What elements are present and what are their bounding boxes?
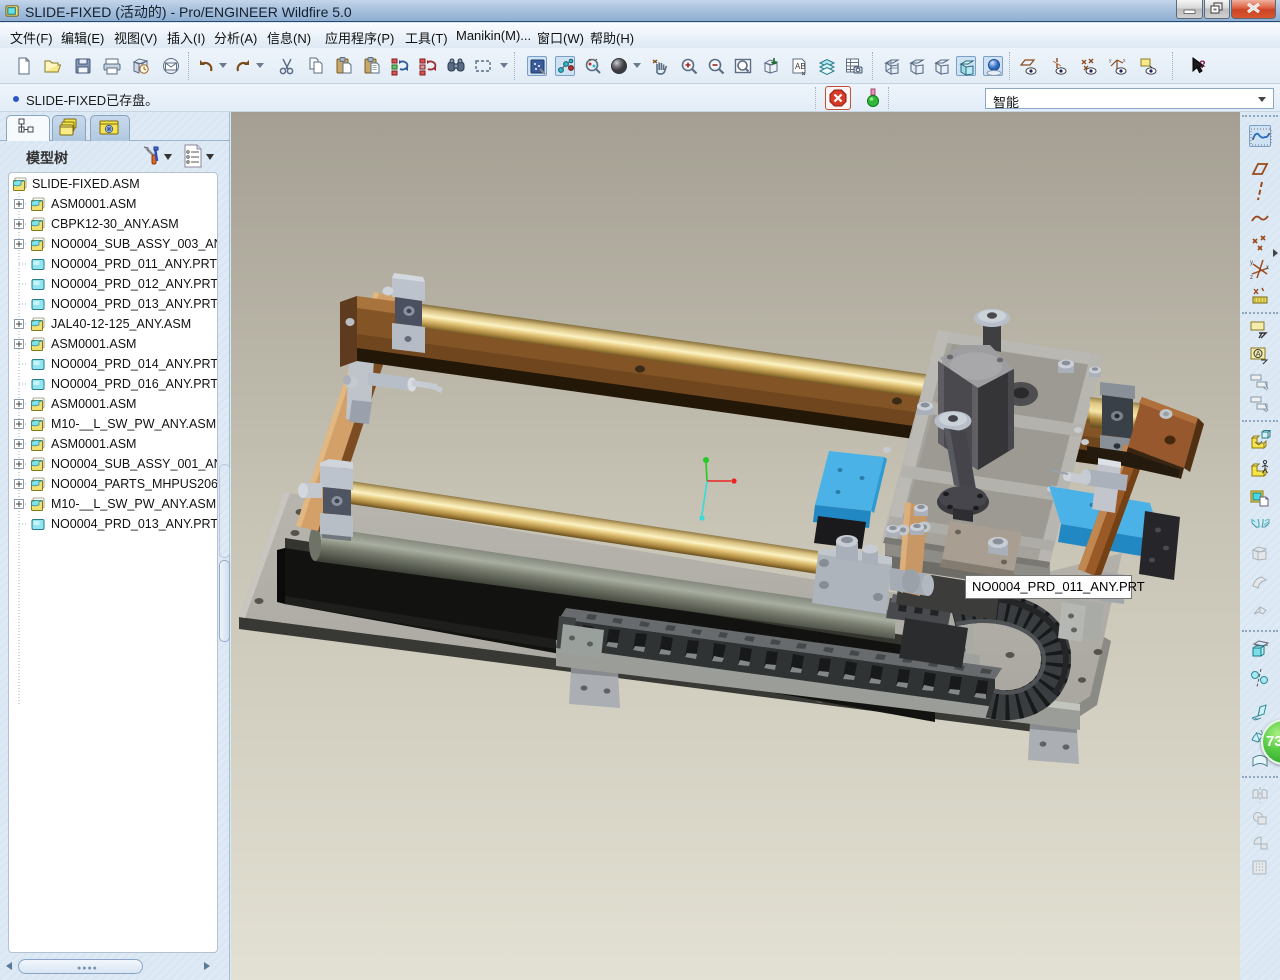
svg-text:?: ? (1199, 59, 1206, 71)
svg-text:z: z (1250, 275, 1253, 280)
svg-text:y: y (1250, 260, 1253, 266)
svg-text:x: x (1123, 58, 1126, 64)
svg-text:AB: AB (795, 62, 806, 71)
svg-text:x: x (1266, 265, 1269, 271)
svg-text:A: A (1256, 351, 1261, 358)
svg-text:y: y (1109, 58, 1112, 64)
